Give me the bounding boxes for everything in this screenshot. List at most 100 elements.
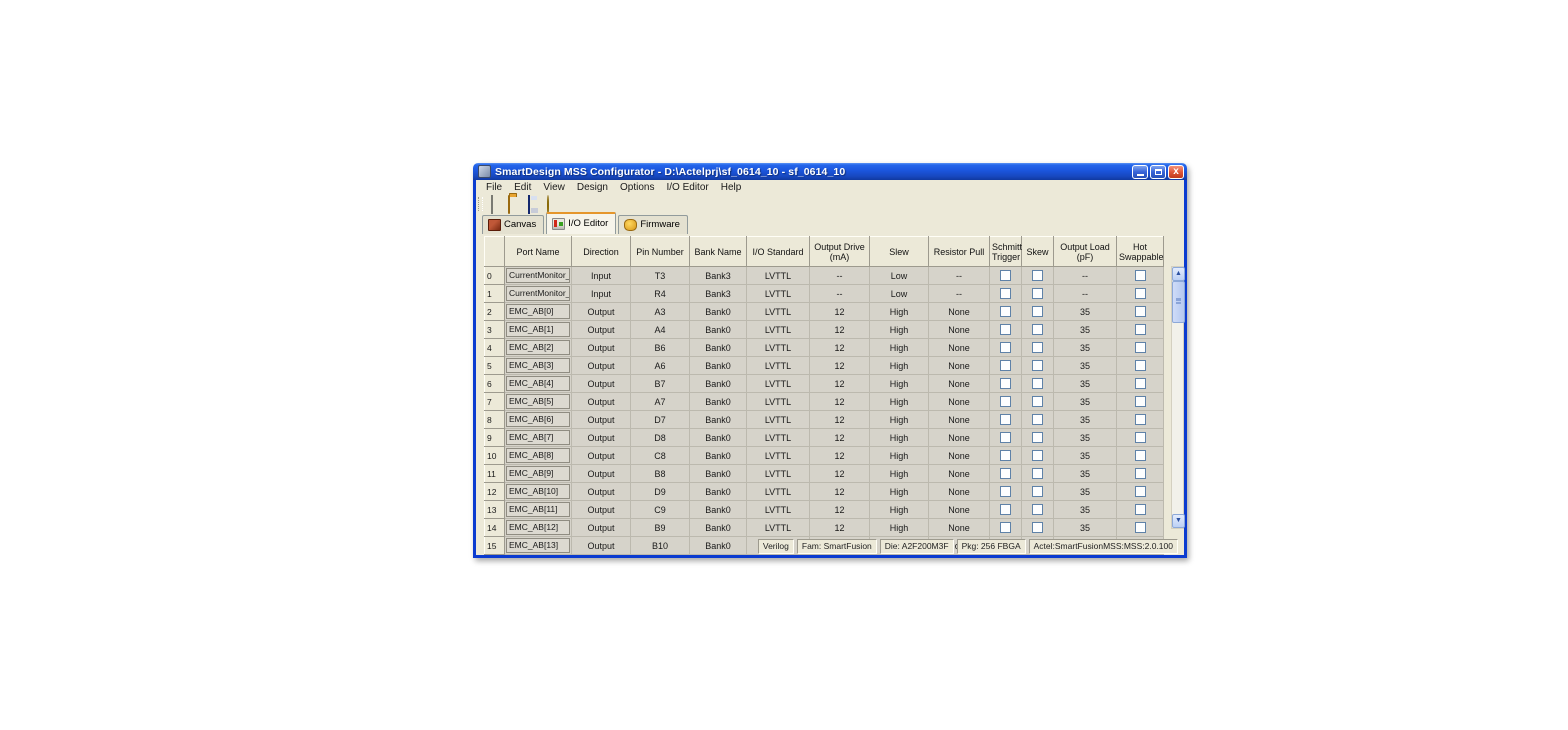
hot-swappable-checkbox-cell[interactable] (1116, 392, 1164, 411)
hot-swappable-checkbox-cell[interactable] (1116, 482, 1164, 501)
skew-checkbox[interactable] (1032, 270, 1043, 282)
io-standard-cell[interactable]: LVTTL (746, 518, 810, 537)
output-drive-cell[interactable]: 12 (809, 302, 870, 321)
schmitt-trigger-checkbox[interactable] (1000, 486, 1011, 498)
minimize-button[interactable] (1132, 164, 1148, 179)
port-name-value[interactable]: EMC_AB[3] (506, 358, 570, 373)
resistor-pull-cell[interactable]: None (928, 374, 990, 393)
direction-cell[interactable]: Input (571, 284, 631, 303)
hot-swappable-checkbox-cell[interactable] (1116, 320, 1164, 339)
skew-checkbox-cell[interactable] (1021, 428, 1054, 447)
col-header-bank-name[interactable]: Bank Name (689, 236, 747, 267)
hot-swappable-checkbox[interactable] (1134, 432, 1146, 444)
resistor-pull-cell[interactable]: None (928, 356, 990, 375)
schmitt-trigger-checkbox[interactable] (1000, 396, 1011, 408)
port-name-value[interactable]: EMC_AB[5] (506, 394, 570, 409)
bank-name-cell[interactable]: Bank0 (689, 356, 747, 375)
output-drive-cell[interactable]: -- (809, 266, 870, 285)
schmitt-trigger-checkbox-cell[interactable] (989, 266, 1022, 285)
output-drive-cell[interactable]: 12 (809, 356, 870, 375)
pin-number-cell[interactable]: A3 (630, 302, 690, 321)
io-standard-cell[interactable]: LVTTL (746, 500, 810, 519)
slew-cell[interactable]: High (869, 428, 929, 447)
bank-name-cell[interactable]: Bank0 (689, 392, 747, 411)
skew-checkbox[interactable] (1032, 288, 1043, 300)
output-drive-cell[interactable]: 12 (809, 320, 870, 339)
row-number-cell[interactable]: 14 (484, 518, 505, 537)
skew-checkbox[interactable] (1032, 486, 1043, 498)
slew-cell[interactable]: High (869, 446, 929, 465)
skew-checkbox-cell[interactable] (1021, 482, 1054, 501)
row-number-cell[interactable]: 13 (484, 500, 505, 519)
row-number-cell[interactable]: 1 (484, 284, 505, 303)
direction-cell[interactable]: Output (571, 500, 631, 519)
direction-cell[interactable]: Output (571, 464, 631, 483)
output-drive-cell[interactable]: 12 (809, 446, 870, 465)
maximize-button[interactable] (1150, 164, 1166, 179)
schmitt-trigger-checkbox-cell[interactable] (989, 428, 1022, 447)
bank-name-cell[interactable]: Bank0 (689, 428, 747, 447)
io-standard-cell[interactable]: LVTTL (746, 356, 810, 375)
direction-cell[interactable]: Output (571, 320, 631, 339)
pin-number-cell[interactable]: B8 (630, 464, 690, 483)
bank-name-cell[interactable]: Bank0 (689, 536, 747, 555)
pin-number-cell[interactable]: A6 (630, 356, 690, 375)
row-number-cell[interactable]: 8 (484, 410, 505, 429)
port-name-value[interactable]: CurrentMonitor_0 (506, 268, 570, 283)
schmitt-trigger-checkbox[interactable] (1000, 288, 1011, 300)
direction-cell[interactable]: Output (571, 356, 631, 375)
output-load-cell[interactable]: -- (1053, 284, 1117, 303)
port-name-value[interactable]: EMC_AB[13] (506, 538, 570, 553)
bank-name-cell[interactable]: Bank3 (689, 284, 747, 303)
port-name-cell[interactable]: EMC_AB[10] (504, 482, 572, 501)
port-name-value[interactable]: EMC_AB[2] (506, 340, 570, 355)
output-load-cell[interactable]: 35 (1053, 374, 1117, 393)
hot-swappable-checkbox-cell[interactable] (1116, 302, 1164, 321)
resistor-pull-cell[interactable]: None (928, 446, 990, 465)
hot-swappable-checkbox[interactable] (1134, 306, 1146, 318)
schmitt-trigger-checkbox[interactable] (1000, 450, 1011, 462)
direction-cell[interactable]: Input (571, 266, 631, 285)
bank-name-cell[interactable]: Bank3 (689, 266, 747, 285)
bank-name-cell[interactable]: Bank0 (689, 500, 747, 519)
row-number-cell[interactable]: 5 (484, 356, 505, 375)
io-standard-cell[interactable]: LVTTL (746, 284, 810, 303)
skew-checkbox[interactable] (1032, 468, 1043, 480)
schmitt-trigger-checkbox[interactable] (1000, 306, 1011, 318)
skew-checkbox-cell[interactable] (1021, 284, 1054, 303)
skew-checkbox[interactable] (1032, 360, 1043, 372)
menu-file[interactable]: File (480, 182, 508, 193)
hot-swappable-checkbox[interactable] (1134, 414, 1146, 426)
title-bar[interactable]: SmartDesign MSS Configurator - D:\Actelp… (473, 163, 1187, 180)
generate-button[interactable] (546, 195, 561, 214)
col-header-output-load[interactable]: Output Load (pF) (1053, 236, 1117, 267)
skew-checkbox-cell[interactable] (1021, 392, 1054, 411)
slew-cell[interactable]: High (869, 500, 929, 519)
row-number-cell[interactable]: 12 (484, 482, 505, 501)
skew-checkbox[interactable] (1032, 306, 1043, 318)
pin-number-cell[interactable]: C9 (630, 500, 690, 519)
pin-number-cell[interactable]: D7 (630, 410, 690, 429)
port-name-value[interactable]: EMC_AB[0] (506, 304, 570, 319)
port-name-cell[interactable]: EMC_AB[4] (504, 374, 572, 393)
skew-checkbox[interactable] (1032, 342, 1043, 354)
col-header-io-standard[interactable]: I/O Standard (746, 236, 810, 267)
port-name-value[interactable]: EMC_AB[4] (506, 376, 570, 391)
io-standard-cell[interactable]: LVTTL (746, 302, 810, 321)
output-load-cell[interactable]: 35 (1053, 392, 1117, 411)
hot-swappable-checkbox-cell[interactable] (1116, 356, 1164, 375)
port-name-value[interactable]: EMC_AB[11] (506, 502, 570, 517)
schmitt-trigger-checkbox-cell[interactable] (989, 374, 1022, 393)
row-number-cell[interactable]: 7 (484, 392, 505, 411)
port-name-cell[interactable]: EMC_AB[9] (504, 464, 572, 483)
pin-number-cell[interactable]: B10 (630, 536, 690, 555)
skew-checkbox[interactable] (1032, 432, 1043, 444)
row-number-cell[interactable]: 2 (484, 302, 505, 321)
direction-cell[interactable]: Output (571, 392, 631, 411)
col-header-hot-swappable[interactable]: Hot Swappable (1116, 236, 1164, 267)
port-name-value[interactable]: EMC_AB[12] (506, 520, 570, 535)
pin-number-cell[interactable]: D8 (630, 428, 690, 447)
direction-cell[interactable]: Output (571, 518, 631, 537)
resistor-pull-cell[interactable]: None (928, 464, 990, 483)
skew-checkbox-cell[interactable] (1021, 518, 1054, 537)
